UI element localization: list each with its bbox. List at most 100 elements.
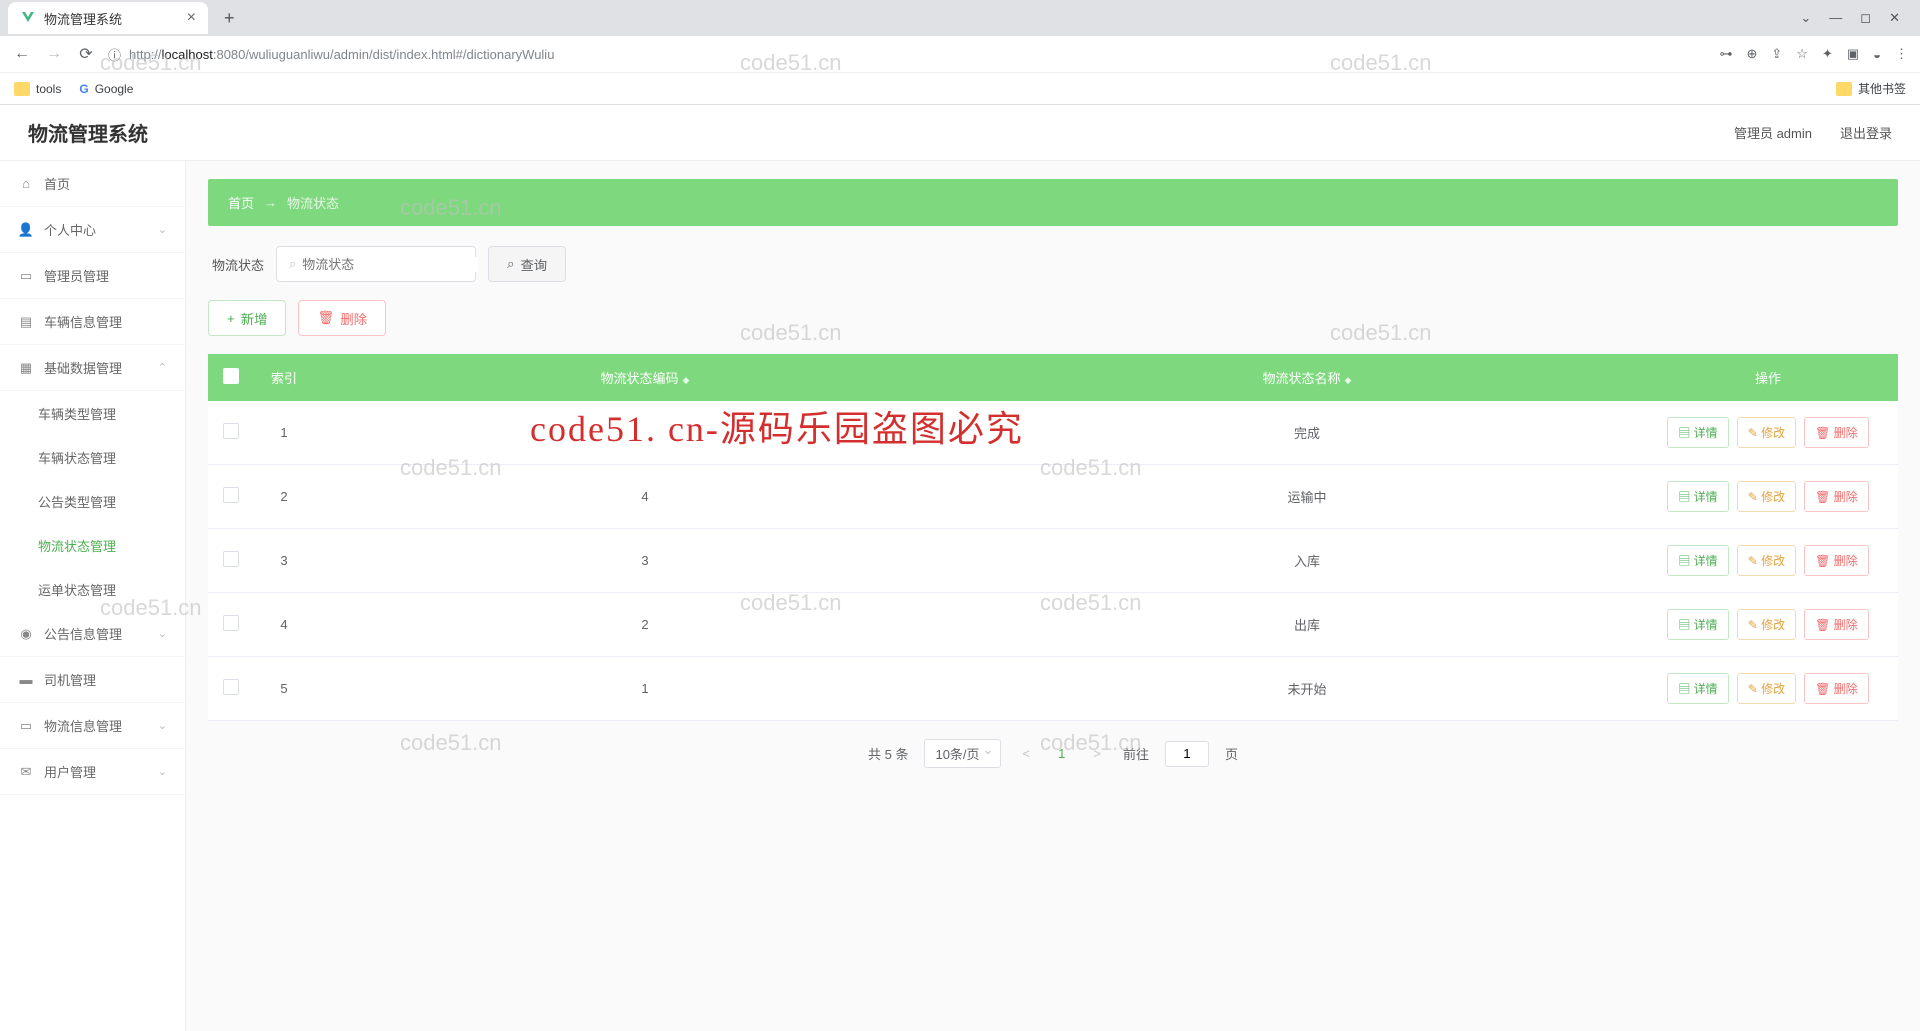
user-label[interactable]: 管理员 admin xyxy=(1734,123,1812,142)
app-title: 物流管理系统 xyxy=(28,118,148,147)
sidebar-sub-waybill-status[interactable]: 运单状态管理 xyxy=(0,567,185,611)
plus-icon: + xyxy=(227,311,235,326)
sidebar-item-personal[interactable]: 👤个人中心⌄ xyxy=(0,207,185,253)
breadcrumb-current: 物流状态 xyxy=(287,193,339,212)
sidebar-sub-logistics-status[interactable]: 物流状态管理 xyxy=(0,523,185,567)
panel-icon[interactable]: ▣ xyxy=(1847,46,1859,62)
row-edit-button[interactable]: ✎ 修改 xyxy=(1737,545,1796,576)
sidebar-item-vehicle[interactable]: ▤车辆信息管理 xyxy=(0,299,185,345)
extensions-icon[interactable]: ✦ xyxy=(1822,46,1833,62)
tab-bar: 物流管理系统 × + ⌄ — ◻ ✕ xyxy=(0,0,1920,36)
sidebar-item-logistics[interactable]: ▭物流信息管理⌄ xyxy=(0,703,185,749)
logout-link[interactable]: 退出登录 xyxy=(1840,123,1892,142)
row-checkbox[interactable] xyxy=(223,615,239,631)
row-edit-button[interactable]: ✎ 修改 xyxy=(1737,417,1796,448)
row-checkbox[interactable] xyxy=(223,487,239,503)
sort-icon[interactable]: ◆ xyxy=(1345,375,1352,385)
tab-close-icon[interactable]: × xyxy=(187,9,196,27)
query-button[interactable]: ⌕查询 xyxy=(488,246,566,282)
row-checkbox[interactable] xyxy=(223,423,239,439)
page-total: 共 5 条 xyxy=(868,744,908,763)
sidebar-sub-notice-type[interactable]: 公告类型管理 xyxy=(0,479,185,523)
sidebar-item-notice[interactable]: ◉公告信息管理⌄ xyxy=(0,611,185,657)
row-delete-button[interactable]: 🗑 删除 xyxy=(1804,417,1869,448)
back-button[interactable]: ← xyxy=(12,45,32,63)
row-checkbox[interactable] xyxy=(223,551,239,567)
site-info-icon[interactable]: ⓘ xyxy=(108,45,121,64)
row-delete-button[interactable]: 🗑 删除 xyxy=(1804,609,1869,640)
new-tab-button[interactable]: + xyxy=(216,4,243,33)
row-edit-button[interactable]: ✎ 修改 xyxy=(1737,673,1796,704)
bookmark-tools[interactable]: tools xyxy=(14,82,61,96)
row-detail-button[interactable]: ▤ 详情 xyxy=(1667,545,1728,576)
filter-input-wrap[interactable]: ⌕ xyxy=(276,246,476,282)
vue-favicon-icon xyxy=(20,10,36,26)
menu-icon[interactable]: ⋮ xyxy=(1895,46,1908,62)
share-icon[interactable]: ⇪ xyxy=(1771,46,1782,62)
browser-tab[interactable]: 物流管理系统 × xyxy=(8,2,208,34)
app-header: 物流管理系统 管理员 admin 退出登录 xyxy=(0,105,1920,161)
row-delete-button[interactable]: 🗑 删除 xyxy=(1804,673,1869,704)
sidebar-sub-vehicle-type[interactable]: 车辆类型管理 xyxy=(0,391,185,435)
sidebar-item-user[interactable]: ✉用户管理⌄ xyxy=(0,749,185,795)
minimize-icon[interactable]: — xyxy=(1829,10,1842,26)
add-button[interactable]: +新增 xyxy=(208,300,286,336)
forward-button[interactable]: → xyxy=(44,45,64,63)
grid-icon: ▦ xyxy=(18,360,34,376)
filter-input[interactable] xyxy=(302,257,478,272)
url-box[interactable]: ⓘ http://localhost:8080/wuliuguanliwu/ad… xyxy=(108,40,1707,68)
bookmark-google[interactable]: GGoogle xyxy=(79,82,133,96)
zoom-icon[interactable]: ⊕ xyxy=(1746,46,1757,62)
chevron-up-icon: ⌃ xyxy=(158,361,167,374)
checkbox-all[interactable] xyxy=(223,368,239,384)
cell-ops: ▤ 详情 ✎ 修改 🗑 删除 xyxy=(1638,593,1898,657)
cell-name: 未开始 xyxy=(976,657,1638,721)
admin-icon: ▭ xyxy=(18,268,34,284)
profile-icon[interactable]: ◒ xyxy=(1873,47,1881,62)
dropdown-icon[interactable]: ⌄ xyxy=(1800,10,1811,26)
row-detail-button[interactable]: ▤ 详情 xyxy=(1667,609,1728,640)
window-controls: ⌄ — ◻ ✕ xyxy=(1800,10,1912,26)
page-current[interactable]: 1 xyxy=(1052,746,1071,761)
cell-name: 出库 xyxy=(976,593,1638,657)
goto-input[interactable] xyxy=(1165,741,1209,767)
row-checkbox[interactable] xyxy=(223,679,239,695)
col-index[interactable]: 索引 xyxy=(254,354,314,401)
row-delete-button[interactable]: 🗑 删除 xyxy=(1804,545,1869,576)
breadcrumb-home[interactable]: 首页 xyxy=(228,193,254,212)
cell-ops: ▤ 详情 ✎ 修改 🗑 删除 xyxy=(1638,465,1898,529)
folder-icon xyxy=(1836,82,1852,96)
key-icon[interactable]: ⊶ xyxy=(1719,46,1732,62)
sidebar-sub-vehicle-status[interactable]: 车辆状态管理 xyxy=(0,435,185,479)
cell-ops: ▤ 详情 ✎ 修改 🗑 删除 xyxy=(1638,657,1898,721)
maximize-icon[interactable]: ◻ xyxy=(1860,10,1871,26)
sidebar-item-home[interactable]: ⌂首页 xyxy=(0,161,185,207)
sort-icon[interactable]: ◆ xyxy=(683,375,690,385)
star-icon[interactable]: ☆ xyxy=(1796,46,1808,62)
row-edit-button[interactable]: ✎ 修改 xyxy=(1737,609,1796,640)
reload-button[interactable]: ⟳ xyxy=(76,44,96,64)
folder-icon xyxy=(14,82,30,96)
row-detail-button[interactable]: ▤ 详情 xyxy=(1667,481,1728,512)
page-prev[interactable]: < xyxy=(1017,746,1037,761)
sidebar-item-driver[interactable]: ▬司机管理 xyxy=(0,657,185,703)
row-delete-button[interactable]: 🗑 删除 xyxy=(1804,481,1869,512)
driver-icon: ▬ xyxy=(18,672,34,688)
bookmark-other[interactable]: 其他书签 xyxy=(1836,80,1906,97)
row-detail-button[interactable]: ▤ 详情 xyxy=(1667,417,1728,448)
cell-index: 2 xyxy=(254,465,314,529)
row-edit-button[interactable]: ✎ 修改 xyxy=(1737,481,1796,512)
delete-button[interactable]: 🗑删除 xyxy=(298,300,386,336)
page-next[interactable]: > xyxy=(1087,746,1107,761)
sidebar-item-admin[interactable]: ▭管理员管理 xyxy=(0,253,185,299)
page-size-select[interactable]: 10条/页 xyxy=(924,739,1000,768)
col-name[interactable]: 物流状态名称◆ xyxy=(976,354,1638,401)
table-row: 24运输中▤ 详情✎ 修改🗑 删除 xyxy=(208,465,1898,529)
sidebar-item-basedata[interactable]: ▦基础数据管理⌃ xyxy=(0,345,185,391)
col-code[interactable]: 物流状态编码◆ xyxy=(314,354,976,401)
cell-name: 完成 xyxy=(976,401,1638,465)
cell-code: 4 xyxy=(314,465,976,529)
close-window-icon[interactable]: ✕ xyxy=(1889,10,1900,26)
user-icon: 👤 xyxy=(18,222,34,238)
row-detail-button[interactable]: ▤ 详情 xyxy=(1667,673,1728,704)
